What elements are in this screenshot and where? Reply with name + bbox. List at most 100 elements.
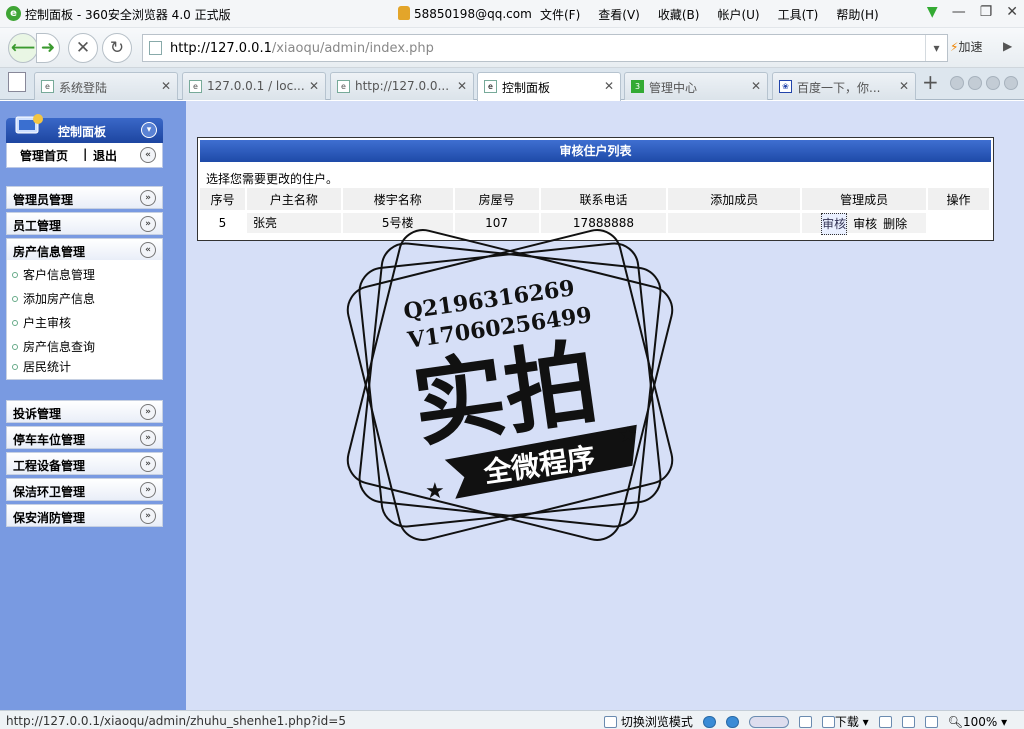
bullet-icon (12, 344, 18, 350)
security-icon[interactable] (725, 715, 739, 728)
expand-icon[interactable]: » (140, 216, 156, 232)
skin-icon[interactable]: ▼ (927, 4, 938, 20)
expand-icon[interactable]: » (140, 456, 156, 472)
menu-help[interactable]: 帮助(H) (836, 6, 878, 23)
tab-right-icon[interactable] (968, 76, 982, 90)
col-manage-member: 管理成员 (801, 188, 929, 210)
menu-admin[interactable]: 管理员管理» (6, 186, 163, 209)
tab-close-icon[interactable]: ✕ (161, 79, 171, 93)
submenu-customer[interactable]: 客户信息管理 (12, 266, 95, 283)
title-bar: e 控制面板 - 360安全浏览器 4.0 正式版 58850198@qq.co… (0, 0, 1024, 28)
col-room: 房屋号 (453, 188, 541, 210)
screenshot-icon[interactable] (901, 715, 915, 728)
menu-property[interactable]: 房产信息管理 « (6, 238, 163, 261)
submenu-add-property[interactable]: 添加房产信息 (12, 290, 95, 307)
tab-close-all-icon[interactable] (1004, 76, 1018, 90)
sidebar-toggle-icon[interactable] (8, 72, 26, 92)
folder-icon (604, 716, 617, 728)
account-user[interactable]: 58850198@qq.com (398, 6, 532, 21)
address-url[interactable]: http://127.0.0.1/xiaoqu/admin/index.php (170, 41, 434, 56)
tab-login[interactable]: e 系统登陆 ✕ (34, 72, 178, 100)
submenu-property-search[interactable]: 房产信息查询 (12, 338, 95, 355)
expand-icon[interactable]: » (140, 482, 156, 498)
submenu-resident-stats[interactable]: 居民统计 (12, 358, 71, 375)
account-email[interactable]: 58850198@qq.com (414, 7, 532, 21)
stop-button[interactable]: ✕ (68, 33, 98, 63)
360-icon: 3 (631, 80, 644, 93)
status-bar: http://127.0.0.1/xiaoqu/admin/zhuhu_shen… (0, 710, 1024, 729)
sidebar-title: 控制面板 (58, 125, 107, 139)
tab-localhost[interactable]: e 127.0.0.1 / loc... ✕ (182, 72, 326, 100)
menu-account[interactable]: 帐户(U) (717, 6, 759, 23)
volume-icon[interactable] (924, 715, 938, 728)
ie-icon: e (337, 80, 350, 93)
review-link[interactable]: 审核 (821, 213, 848, 235)
menu-cleaning[interactable]: 保洁环卫管理» (6, 478, 163, 501)
menu-parking[interactable]: 停车车位管理» (6, 426, 163, 449)
home-link[interactable]: 管理首页 (20, 147, 68, 164)
reload-button[interactable]: ↻ (102, 33, 132, 63)
ie-mode-icon[interactable] (702, 715, 716, 728)
tab-close-icon[interactable]: ✕ (457, 79, 467, 93)
cell-manage: 审核 审核 删除 (801, 210, 929, 236)
browser-logo-icon: e (6, 6, 21, 21)
page-icon (149, 41, 162, 55)
download-button[interactable]: 下载 ▾ (821, 713, 869, 729)
new-tab-icon[interactable]: + (922, 70, 939, 94)
address-dropdown-icon[interactable]: ▾ (925, 35, 947, 61)
expand-icon[interactable]: » (140, 430, 156, 446)
menu-favorites[interactable]: 收藏(B) (658, 6, 700, 23)
expand-icon[interactable]: » (140, 404, 156, 420)
speed-up-button[interactable]: ⚡加速 (950, 38, 982, 55)
tab-left-icon[interactable] (950, 76, 964, 90)
window-controls: ▼ — ❐ ✕ (927, 4, 1018, 20)
collapse-icon[interactable]: « (140, 242, 156, 258)
expand-icon[interactable]: » (140, 190, 156, 206)
status-tools: 切换浏览模式 下载 ▾ 🔍︎100% ▾ (604, 713, 1007, 729)
review-link-2[interactable]: 审核 (853, 214, 877, 234)
tab-close-icon[interactable]: ✕ (604, 79, 614, 93)
print-icon[interactable] (878, 715, 892, 728)
window-title: 控制面板 - 360安全浏览器 4.0 正式版 (25, 8, 231, 22)
menu-equipment[interactable]: 工程设备管理» (6, 452, 163, 475)
tab-admin-center[interactable]: 3 管理中心 ✕ (624, 72, 768, 100)
restore-button[interactable]: ❐ (980, 4, 993, 20)
collapse-icon[interactable]: ▾ (141, 122, 157, 138)
menu-staff[interactable]: 员工管理» (6, 212, 163, 235)
tab-baidu[interactable]: ❀ 百度一下，你... ✕ (772, 72, 916, 100)
tab-control-panel[interactable]: e 控制面板 ✕ (477, 72, 621, 101)
window-icon[interactable] (798, 715, 812, 728)
speed-mode-toggle[interactable] (748, 715, 789, 728)
menu-tools[interactable]: 工具(T) (778, 6, 819, 23)
download-icon (821, 716, 835, 728)
tab-close-icon[interactable]: ✕ (899, 79, 909, 93)
bullet-icon (12, 272, 18, 278)
col-add-member: 添加成员 (667, 188, 803, 210)
menu-file[interactable]: 文件(F) (540, 6, 580, 23)
logout-link[interactable]: 退出 (93, 147, 117, 164)
back-button[interactable]: ⟵ (8, 33, 38, 63)
panel-title: 审核住户列表 (200, 140, 991, 162)
forward-button[interactable]: ➜ (36, 33, 60, 63)
zoom-control[interactable]: 🔍︎100% ▾ (948, 715, 1007, 729)
submenu-owner-review[interactable]: 户主审核 (12, 314, 71, 331)
browse-mode-toggle[interactable]: 切换浏览模式 (604, 713, 693, 729)
collapse-left-icon[interactable]: « (140, 147, 156, 163)
tab-close-icon[interactable]: ✕ (309, 79, 319, 93)
tab-close-icon[interactable]: ✕ (751, 79, 761, 93)
delete-link[interactable]: 删除 (883, 214, 907, 234)
address-bar[interactable]: http://127.0.0.1/xiaoqu/admin/index.php … (142, 34, 948, 62)
go-arrow-icon[interactable]: ▶ (1003, 39, 1012, 53)
menu-view[interactable]: 查看(V) (598, 6, 640, 23)
tab-bar: e 系统登陆 ✕ e 127.0.0.1 / loc... ✕ e http://127.… (0, 68, 1024, 101)
minimize-button[interactable]: — (952, 4, 966, 20)
tab-list-icon[interactable] (986, 76, 1000, 90)
tab-http[interactable]: e http://127.0.0... ✕ (330, 72, 474, 100)
bullet-icon (12, 296, 18, 302)
expand-icon[interactable]: » (140, 508, 156, 524)
navigation-bar: ⟵ ➜ ✕ ↻ http://127.0.0.1/xiaoqu/admin/in… (0, 28, 1024, 68)
menu-security[interactable]: 保安消防管理» (6, 504, 163, 527)
close-window-button[interactable]: ✕ (1006, 4, 1018, 20)
menu-complaints[interactable]: 投诉管理» (6, 400, 163, 423)
ie-icon: e (41, 80, 54, 93)
